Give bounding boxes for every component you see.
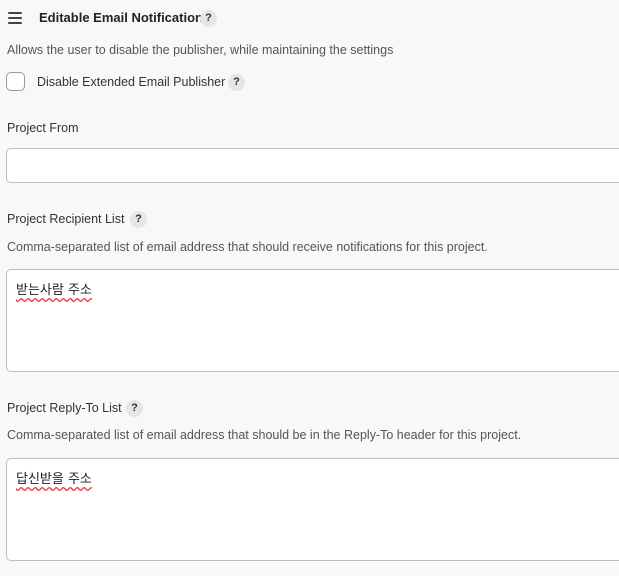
help-icon[interactable]: ? <box>130 211 147 228</box>
recipient-list-textarea[interactable]: 받는사람 주소 <box>6 269 619 372</box>
drag-handle-icon[interactable] <box>8 12 22 24</box>
disable-publisher-label: Disable Extended Email Publisher <box>37 75 226 89</box>
reply-to-list-textarea[interactable]: 답신받을 주소 <box>6 458 619 561</box>
section-description: Allows the user to disable the publisher… <box>7 43 394 57</box>
recipient-list-label: Project Recipient List <box>7 212 125 226</box>
section-title: Editable Email Notification <box>39 10 203 25</box>
project-from-input[interactable] <box>6 148 619 183</box>
reply-to-list-value: 답신받을 주소 <box>16 472 92 487</box>
help-icon[interactable]: ? <box>200 10 217 27</box>
project-from-label: Project From <box>7 121 79 135</box>
reply-to-list-description: Comma-separated list of email address th… <box>7 428 522 442</box>
recipient-list-value: 받는사람 주소 <box>16 283 92 298</box>
recipient-list-description: Comma-separated list of email address th… <box>7 240 488 254</box>
reply-to-list-label: Project Reply-To List <box>7 401 122 415</box>
help-icon[interactable]: ? <box>228 74 245 91</box>
help-icon[interactable]: ? <box>126 400 143 417</box>
disable-publisher-checkbox[interactable] <box>6 72 25 91</box>
